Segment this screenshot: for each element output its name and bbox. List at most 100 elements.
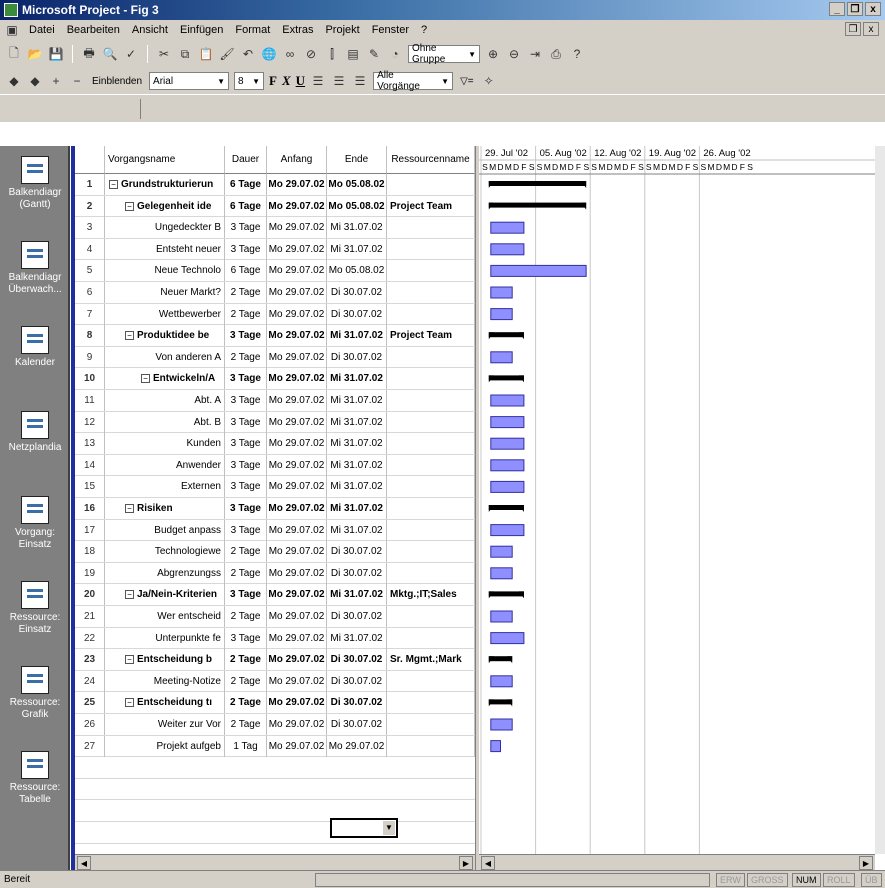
print-preview-icon[interactable]: 🔍 (102, 46, 118, 62)
table-row[interactable]: 10 − Entwickeln/A 3 Tage Mo 29.07.02 Mi 31.07… (75, 368, 475, 390)
zoom-out-icon[interactable]: ⊖ (506, 46, 522, 62)
duration-cell[interactable]: 2 Tage (225, 541, 267, 563)
menu-ansicht[interactable]: Ansicht (129, 24, 171, 36)
viewbar-item-network[interactable]: Netzplandia (0, 411, 70, 454)
group-select[interactable]: Ohne Gruppe ▼ (408, 43, 480, 65)
resource-cell[interactable] (387, 454, 475, 476)
start-cell[interactable]: Mo 29.07.02 (267, 454, 327, 476)
task-name-cell[interactable]: Unterpunkte fe (105, 627, 225, 649)
resource-cell[interactable] (387, 606, 475, 627)
menu-format[interactable]: Format (232, 24, 273, 36)
spelling-icon[interactable]: ✓ (123, 46, 139, 62)
empty-row[interactable] (75, 800, 475, 822)
viewbar-item-tracking-gantt[interactable]: Balkendiagr Überwach... (0, 241, 70, 296)
header-start[interactable]: Anfang (267, 146, 327, 174)
task-id-cell[interactable]: 13 (75, 433, 105, 455)
end-cell[interactable]: Di 30.07.02 (327, 346, 387, 368)
task-name-cell[interactable]: Technologiewe (105, 541, 225, 563)
task-name-cell[interactable]: − Grundstrukturierun (105, 174, 225, 195)
link-tasks-icon[interactable]: ∞ (282, 46, 298, 62)
header-duration[interactable]: Dauer (225, 146, 267, 174)
table-row[interactable]: 19 Abgrenzungss 2 Tage Mo 29.07.02 Di 30.07.… (75, 562, 475, 585)
start-cell[interactable]: Mo 29.07.02 (267, 282, 327, 303)
start-cell[interactable]: Mo 29.07.02 (267, 606, 327, 627)
align-left-icon[interactable]: ☰ (310, 73, 326, 89)
resource-cell[interactable] (387, 692, 475, 714)
end-cell[interactable]: Mo 05.08.02 (327, 195, 387, 217)
align-right-icon[interactable]: ☰ (352, 73, 368, 89)
collapse-toggle-icon[interactable]: − (125, 590, 134, 600)
floating-dropdown[interactable]: ▼ (330, 818, 398, 838)
collapse-toggle-icon[interactable]: − (125, 331, 134, 341)
task-notes-icon[interactable]: ✎ (366, 46, 382, 62)
table-row[interactable]: 20 − Ja/Nein-Kriterien 3 Tage Mo 29.07.02 Mi … (75, 584, 475, 606)
resource-cell[interactable] (387, 282, 475, 303)
doc-restore-button[interactable]: ❐ (845, 22, 861, 36)
start-cell[interactable]: Mo 29.07.02 (267, 303, 327, 325)
empty-row[interactable] (75, 822, 475, 844)
chart-scroll-left-arrow-icon[interactable]: ◀ (481, 856, 495, 870)
viewbar-item-resource-sheet[interactable]: Ressource: Tabelle (0, 751, 70, 806)
start-cell[interactable]: Mo 29.07.02 (267, 735, 327, 757)
resource-cell[interactable] (387, 217, 475, 239)
collapse-toggle-icon[interactable]: − (125, 201, 134, 211)
resource-cell[interactable]: Project Team (387, 195, 475, 217)
task-name-cell[interactable]: Wettbewerber (105, 303, 225, 325)
task-id-cell[interactable]: 24 (75, 670, 105, 692)
start-cell[interactable]: Mo 29.07.02 (267, 649, 327, 671)
doc-close-button[interactable]: x (863, 22, 879, 36)
task-id-cell[interactable]: 6 (75, 282, 105, 303)
task-name-cell[interactable]: − Ja/Nein-Kriterien (105, 584, 225, 606)
task-information-icon[interactable]: ▤ (345, 46, 361, 62)
task-name-cell[interactable]: Entsteht neuer (105, 238, 225, 260)
task-id-cell[interactable]: 19 (75, 562, 105, 584)
duration-cell[interactable]: 3 Tage (225, 584, 267, 606)
resource-cell[interactable] (387, 260, 475, 282)
cut-icon[interactable]: ✂ (156, 46, 172, 62)
end-cell[interactable]: Mi 31.07.02 (327, 325, 387, 347)
start-cell[interactable]: Mo 29.07.02 (267, 714, 327, 735)
end-cell[interactable]: Mi 31.07.02 (327, 584, 387, 606)
table-row[interactable]: 25 − Entscheidung tı 2 Tage Mo 29.07.02 Di 30… (75, 692, 475, 714)
collapse-toggle-icon[interactable]: − (141, 374, 150, 384)
task-id-cell[interactable]: 2 (75, 195, 105, 217)
duration-cell[interactable]: 2 Tage (225, 282, 267, 303)
task-id-cell[interactable]: 12 (75, 411, 105, 433)
table-row[interactable]: 15 Externen 3 Tage Mo 29.07.02 Mi 31.07.02 (75, 476, 475, 498)
task-name-cell[interactable]: Projekt aufgeb (105, 735, 225, 757)
end-cell[interactable]: Di 30.07.02 (327, 303, 387, 325)
task-name-cell[interactable]: − Entscheidung b (105, 649, 225, 671)
header-resource[interactable]: Ressourcenname (387, 146, 475, 174)
duration-cell[interactable]: 2 Tage (225, 649, 267, 671)
duration-cell[interactable]: 3 Tage (225, 411, 267, 433)
new-icon[interactable]: 🗋 (6, 46, 22, 62)
scroll-left-arrow-icon[interactable]: ◀ (77, 856, 91, 870)
duration-cell[interactable]: 3 Tage (225, 368, 267, 390)
resource-cell[interactable] (387, 390, 475, 411)
viewbar-item-resource-graph[interactable]: Ressource: Grafik (0, 666, 70, 721)
task-name-cell[interactable]: Abgrenzungss (105, 562, 225, 584)
end-cell[interactable]: Mi 31.07.02 (327, 238, 387, 260)
task-id-cell[interactable]: 7 (75, 303, 105, 325)
indent-icon[interactable]: ◆ (27, 73, 43, 89)
end-cell[interactable]: Di 30.07.02 (327, 541, 387, 563)
duration-cell[interactable]: 3 Tage (225, 476, 267, 498)
resource-cell[interactable] (387, 368, 475, 390)
duration-cell[interactable]: 6 Tage (225, 195, 267, 217)
end-cell[interactable]: Mi 31.07.02 (327, 368, 387, 390)
show-subtasks-icon[interactable]: + (48, 73, 64, 89)
duration-cell[interactable]: 3 Tage (225, 325, 267, 347)
table-row[interactable]: 17 Budget anpass 3 Tage Mo 29.07.02 Mi 31.07… (75, 519, 475, 542)
end-cell[interactable]: Di 30.07.02 (327, 714, 387, 735)
table-row[interactable]: 8 − Produktidee be 3 Tage Mo 29.07.02 Mi 31.0… (75, 325, 475, 347)
resource-cell[interactable] (387, 411, 475, 433)
table-row[interactable]: 13 Kunden 3 Tage Mo 29.07.02 Mi 31.07.02 (75, 433, 475, 455)
format-painter-icon[interactable]: 🖌 (219, 46, 235, 62)
collapse-toggle-icon[interactable]: − (125, 698, 134, 708)
task-name-cell[interactable]: − Risiken (105, 498, 225, 519)
end-cell[interactable]: Mi 31.07.02 (327, 627, 387, 649)
hide-subtasks-icon[interactable]: − (69, 73, 85, 89)
start-cell[interactable]: Mo 29.07.02 (267, 519, 327, 541)
task-id-cell[interactable]: 1 (75, 174, 105, 195)
table-horizontal-scrollbar[interactable]: ◀ ▶ (75, 854, 475, 870)
